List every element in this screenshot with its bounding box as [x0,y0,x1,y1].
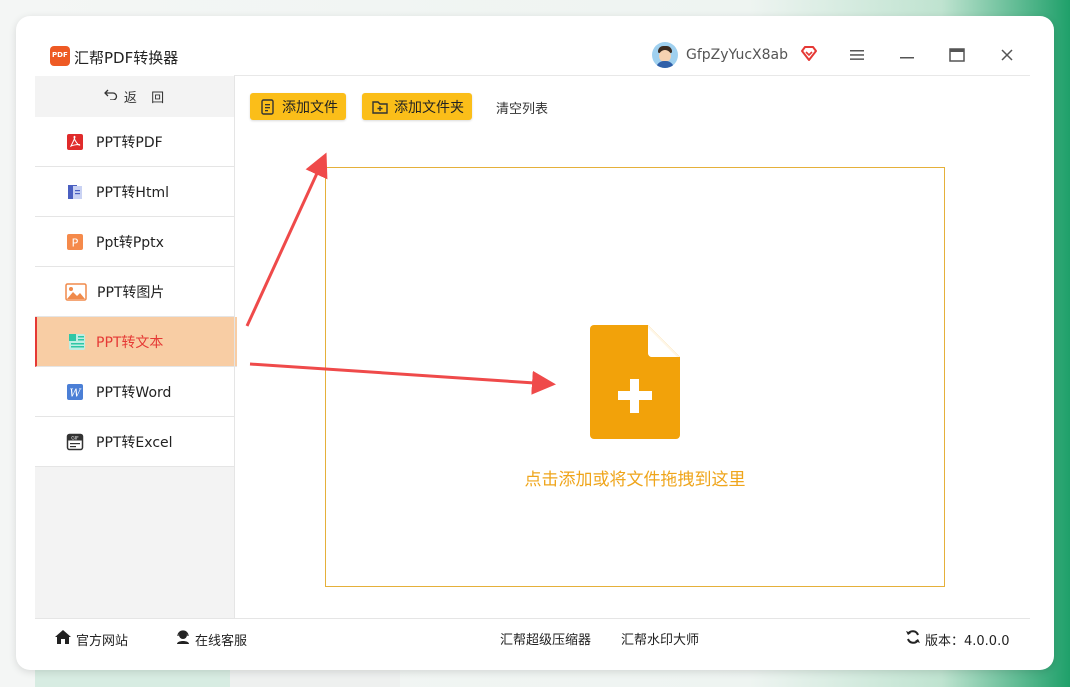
add-file-label: 添加文件 [282,99,338,116]
add-folder-icon [372,99,388,115]
title-bar: PDF 汇帮PDF转换器 GfpZyYucX8ab [16,16,1054,76]
sidebar-item-ppt-to-pdf[interactable]: PPT转PDF [35,117,235,167]
website-label: 官方网站 [76,633,129,649]
word-icon: W [66,383,84,401]
sidebar-item-ppt-to-word[interactable]: W PPT转Word [35,367,235,417]
sidebar-item-ppt-to-pptx[interactable]: P Ppt转Pptx [35,217,235,267]
sidebar-item-ppt-to-html[interactable]: PPT转Html [35,167,235,217]
customer-service-icon [175,629,191,649]
text-icon [68,333,86,351]
svg-text:W: W [69,387,82,400]
back-label: 返 回 [123,90,167,106]
sidebar-item-ppt-to-text[interactable]: PPT转文本 [35,317,237,367]
arrow-to-add-file [245,152,328,327]
pdf-icon [66,133,84,151]
version-info[interactable]: 版本：4.0.0.0 [905,629,1009,649]
vip-diamond-icon[interactable] [800,46,818,66]
sidebar-item-label: PPT转PDF [96,134,163,151]
support-link[interactable]: 在线客服 [175,629,247,649]
sidebar-item-label: PPT转文本 [96,334,164,351]
status-bar: 官方网站 在线客服 汇帮超级压缩器 汇帮水印大师 版本：4.0.0.0 [35,618,1030,659]
drop-zone-hint: 点击添加或将文件拖拽到这里 [524,470,746,490]
svg-text:GIF: GIF [71,436,79,442]
add-folder-button[interactable]: 添加文件夹 [362,93,472,120]
back-button[interactable]: 返 回 [35,76,235,116]
html-icon [66,183,84,201]
maximize-icon[interactable] [946,44,968,66]
home-icon [54,629,72,649]
compressor-link[interactable]: 汇帮超级压缩器 [500,629,591,648]
file-drop-zone[interactable]: 点击添加或将文件拖拽到这里 [325,167,945,587]
sidebar-item-label: PPT转Word [96,384,172,401]
minimize-icon[interactable] [896,44,918,66]
username[interactable]: GfpZyYucX8ab [686,47,788,63]
sidebar-item-label: PPT转Html [96,184,169,201]
sidebar-border [234,76,235,618]
add-file-button[interactable]: 添加文件 [250,93,346,120]
add-folder-label: 添加文件夹 [394,99,464,116]
back-arrow-icon [103,88,118,104]
svg-text:P: P [72,237,79,250]
app-title: 汇帮PDF转换器 [74,49,179,67]
app-window: PDF 汇帮PDF转换器 GfpZyYucX8ab 返 回 PPT转PDF PP… [16,16,1054,670]
pptx-icon: P [66,233,84,251]
excel-icon: GIF [66,433,84,451]
close-icon[interactable] [996,44,1018,66]
website-link[interactable]: 官方网站 [54,629,128,649]
sidebar-item-label: PPT转图片 [97,284,165,301]
version-label: 版本：4.0.0.0 [925,633,1010,649]
sidebar-item-label: PPT转Excel [96,434,173,451]
user-avatar[interactable] [652,42,678,68]
add-file-icon [260,98,276,115]
image-icon [65,283,87,301]
sidebar-item-ppt-to-excel[interactable]: GIF PPT转Excel [35,417,235,467]
support-label: 在线客服 [195,633,248,649]
sidebar: 返 回 PPT转PDF PPT转Html P Ppt转Pptx PPT转图片 P… [35,76,237,618]
sidebar-item-ppt-to-image[interactable]: PPT转图片 [35,267,235,317]
sidebar-item-label: Ppt转Pptx [96,234,164,251]
refresh-icon [905,629,921,649]
top-divider [234,75,1030,76]
clear-list-button[interactable]: 清空列表 [496,98,548,117]
menu-icon[interactable] [846,44,868,66]
watermark-link[interactable]: 汇帮水印大师 [621,629,699,648]
add-file-large-icon[interactable] [590,325,680,443]
app-logo-icon: PDF [50,46,70,66]
